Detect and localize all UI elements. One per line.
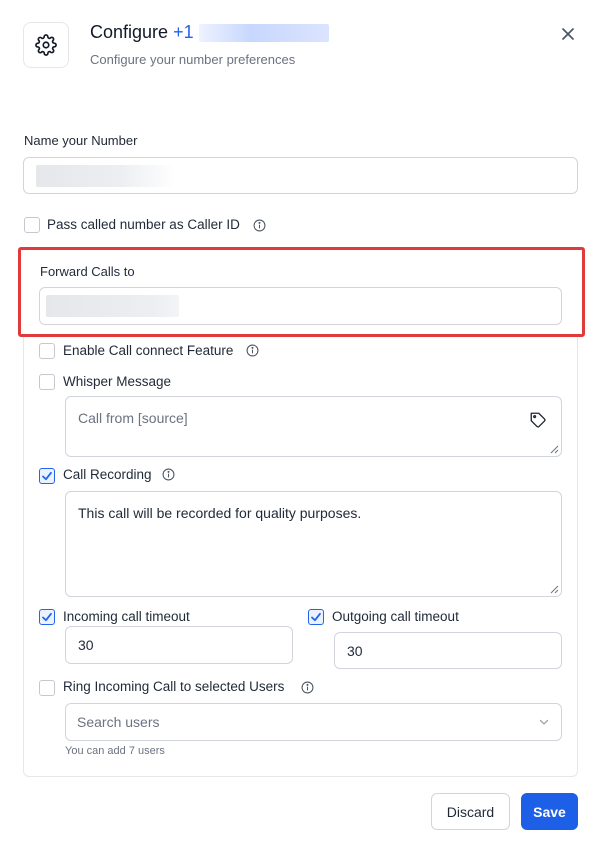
checkmark-icon — [42, 612, 52, 622]
redacted-forward-value — [46, 295, 179, 317]
ring-users-hint: You can add 7 users — [65, 745, 165, 757]
resize-handle[interactable] — [550, 585, 559, 594]
save-button[interactable]: Save — [521, 793, 578, 830]
info-icon — [301, 681, 314, 694]
phone-number-prefix: +1 — [173, 22, 194, 42]
info-icon — [253, 219, 266, 232]
checkmark-icon — [42, 471, 52, 481]
pass-caller-id-label: Pass called number as Caller ID — [47, 217, 240, 232]
ring-users-label: Ring Incoming Call to selected Users — [63, 679, 285, 694]
call-connect-checkbox[interactable] — [39, 343, 55, 359]
outgoing-timeout-input[interactable]: 30 — [334, 632, 562, 669]
title-text: Configure — [90, 22, 169, 42]
forward-calls-input[interactable] — [39, 287, 562, 325]
resize-handle[interactable] — [550, 445, 559, 454]
whisper-message-checkbox[interactable] — [39, 374, 55, 390]
incoming-timeout-label: Incoming call timeout — [63, 609, 190, 624]
checkmark-icon — [311, 612, 321, 622]
pass-caller-id-checkbox[interactable] — [24, 217, 40, 233]
outgoing-timeout-checkbox[interactable] — [308, 609, 324, 625]
dialog-title: Configure +1 — [90, 22, 194, 43]
tag-icon[interactable] — [529, 411, 547, 429]
incoming-timeout-checkbox[interactable] — [39, 609, 55, 625]
call-connect-label: Enable Call connect Feature — [63, 343, 234, 358]
whisper-placeholder: Call from [source] — [78, 410, 188, 426]
whisper-message-textarea[interactable]: Call from [source] — [65, 396, 562, 457]
ring-users-checkbox[interactable] — [39, 680, 55, 696]
search-users-select[interactable]: Search users — [65, 703, 562, 741]
close-icon — [562, 28, 574, 40]
chevron-down-icon — [539, 719, 549, 725]
settings-icon-container — [23, 22, 69, 68]
discard-button[interactable]: Discard — [431, 793, 510, 830]
dialog-subtitle: Configure your number preferences — [90, 52, 296, 67]
outgoing-timeout-label: Outgoing call timeout — [332, 609, 459, 624]
outgoing-timeout-value: 30 — [347, 642, 363, 659]
recording-message-textarea[interactable]: This call will be recorded for quality p… — [65, 491, 562, 597]
incoming-timeout-input[interactable]: 30 — [65, 626, 293, 664]
recording-message-text: This call will be recorded for quality p… — [78, 505, 362, 521]
info-icon — [162, 468, 175, 481]
forward-calls-label: Forward Calls to — [40, 264, 135, 279]
close-button[interactable] — [558, 24, 578, 44]
name-number-input[interactable] — [23, 157, 578, 194]
whisper-message-label: Whisper Message — [63, 374, 172, 389]
redacted-name-value — [36, 164, 176, 187]
gear-icon — [35, 34, 57, 56]
name-number-label: Name your Number — [24, 133, 138, 148]
call-recording-checkbox[interactable] — [39, 468, 55, 484]
incoming-timeout-value: 30 — [78, 637, 94, 653]
search-users-placeholder: Search users — [77, 714, 160, 730]
redacted-phone-number — [199, 24, 329, 42]
info-icon — [246, 344, 259, 357]
call-recording-label: Call Recording — [63, 467, 152, 482]
